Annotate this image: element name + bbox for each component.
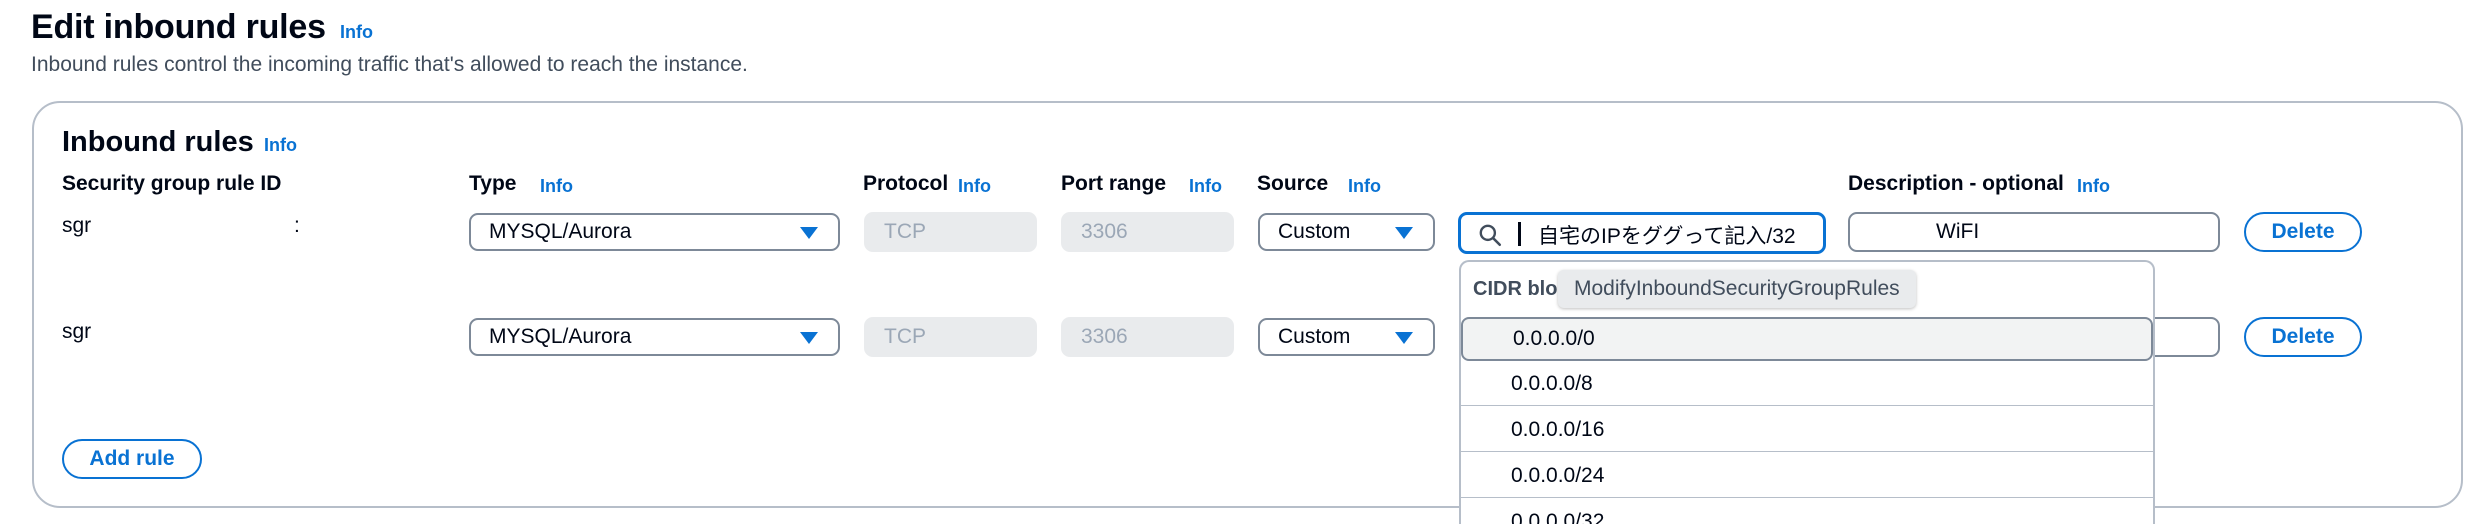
column-header-source: Source — [1257, 172, 1329, 195]
dropdown-option[interactable]: 0.0.0.0/8 — [1461, 362, 2153, 406]
caret-down-icon — [800, 332, 818, 344]
source-info-link[interactable]: Info — [1348, 176, 1381, 197]
description-input[interactable]: WiFI — [1848, 212, 2220, 252]
delete-button[interactable]: Delete — [2244, 212, 2362, 252]
type-select[interactable]: MYSQL/Aurora — [469, 213, 840, 251]
table-row-rule-id: sgr — [62, 320, 92, 343]
delete-button[interactable]: Delete — [2244, 317, 2362, 357]
port-range-info-link[interactable]: Info — [1189, 176, 1222, 197]
column-header-protocol: Protocol — [863, 172, 949, 195]
table-row-rule-id: sgr — [62, 214, 92, 237]
source-select[interactable]: Custom — [1258, 318, 1435, 356]
column-header-port-range: Port range — [1061, 172, 1167, 195]
column-header-description: Description - optional — [1848, 172, 2064, 195]
page-title: Edit inbound rules — [31, 8, 326, 46]
text-cursor — [1518, 222, 1521, 246]
cidr-search-input[interactable]: 自宅のIPをググって記入/32 — [1458, 212, 1826, 254]
caret-down-icon — [1395, 332, 1413, 344]
port-range-field: 3306 — [1061, 212, 1234, 252]
rule-id-separator: : — [294, 214, 300, 237]
caret-down-icon — [800, 227, 818, 239]
search-icon — [1479, 224, 1502, 247]
description-info-link[interactable]: Info — [2077, 176, 2110, 197]
page-description: Inbound rules control the incoming traff… — [31, 53, 748, 76]
dropdown-option[interactable]: 0.0.0.0/32 — [1461, 500, 2153, 524]
source-select-value: Custom — [1278, 220, 1351, 243]
dropdown-option[interactable]: 0.0.0.0/24 — [1461, 454, 2153, 498]
add-rule-button[interactable]: Add rule — [62, 439, 202, 479]
source-select[interactable]: Custom — [1258, 213, 1435, 251]
panel-info-link[interactable]: Info — [264, 135, 297, 156]
column-header-type: Type — [469, 172, 517, 195]
type-info-link[interactable]: Info — [540, 176, 573, 197]
type-select-value: MYSQL/Aurora — [489, 220, 632, 243]
protocol-field: TCP — [864, 212, 1037, 252]
page-info-link[interactable]: Info — [340, 22, 373, 43]
type-select-value: MYSQL/Aurora — [489, 325, 632, 348]
type-select[interactable]: MYSQL/Aurora — [469, 318, 840, 356]
port-range-field: 3306 — [1061, 317, 1234, 357]
column-header-rule-id: Security group rule ID — [62, 172, 282, 195]
caret-down-icon — [1395, 227, 1413, 239]
protocol-field: TCP — [864, 317, 1037, 357]
source-select-value: Custom — [1278, 325, 1351, 348]
cidr-input-value: 自宅のIPをググって記入/32 — [1538, 225, 1796, 248]
panel-title: Inbound rules — [62, 126, 254, 158]
dropdown-option[interactable]: 0.0.0.0/0 — [1461, 317, 2153, 361]
dropdown-group-header: CIDR blo — [1473, 278, 1558, 300]
protocol-info-link[interactable]: Info — [958, 176, 991, 197]
dropdown-option[interactable]: 0.0.0.0/16 — [1461, 408, 2153, 452]
tooltip: ModifyInboundSecurityGroupRules — [1558, 270, 1916, 308]
